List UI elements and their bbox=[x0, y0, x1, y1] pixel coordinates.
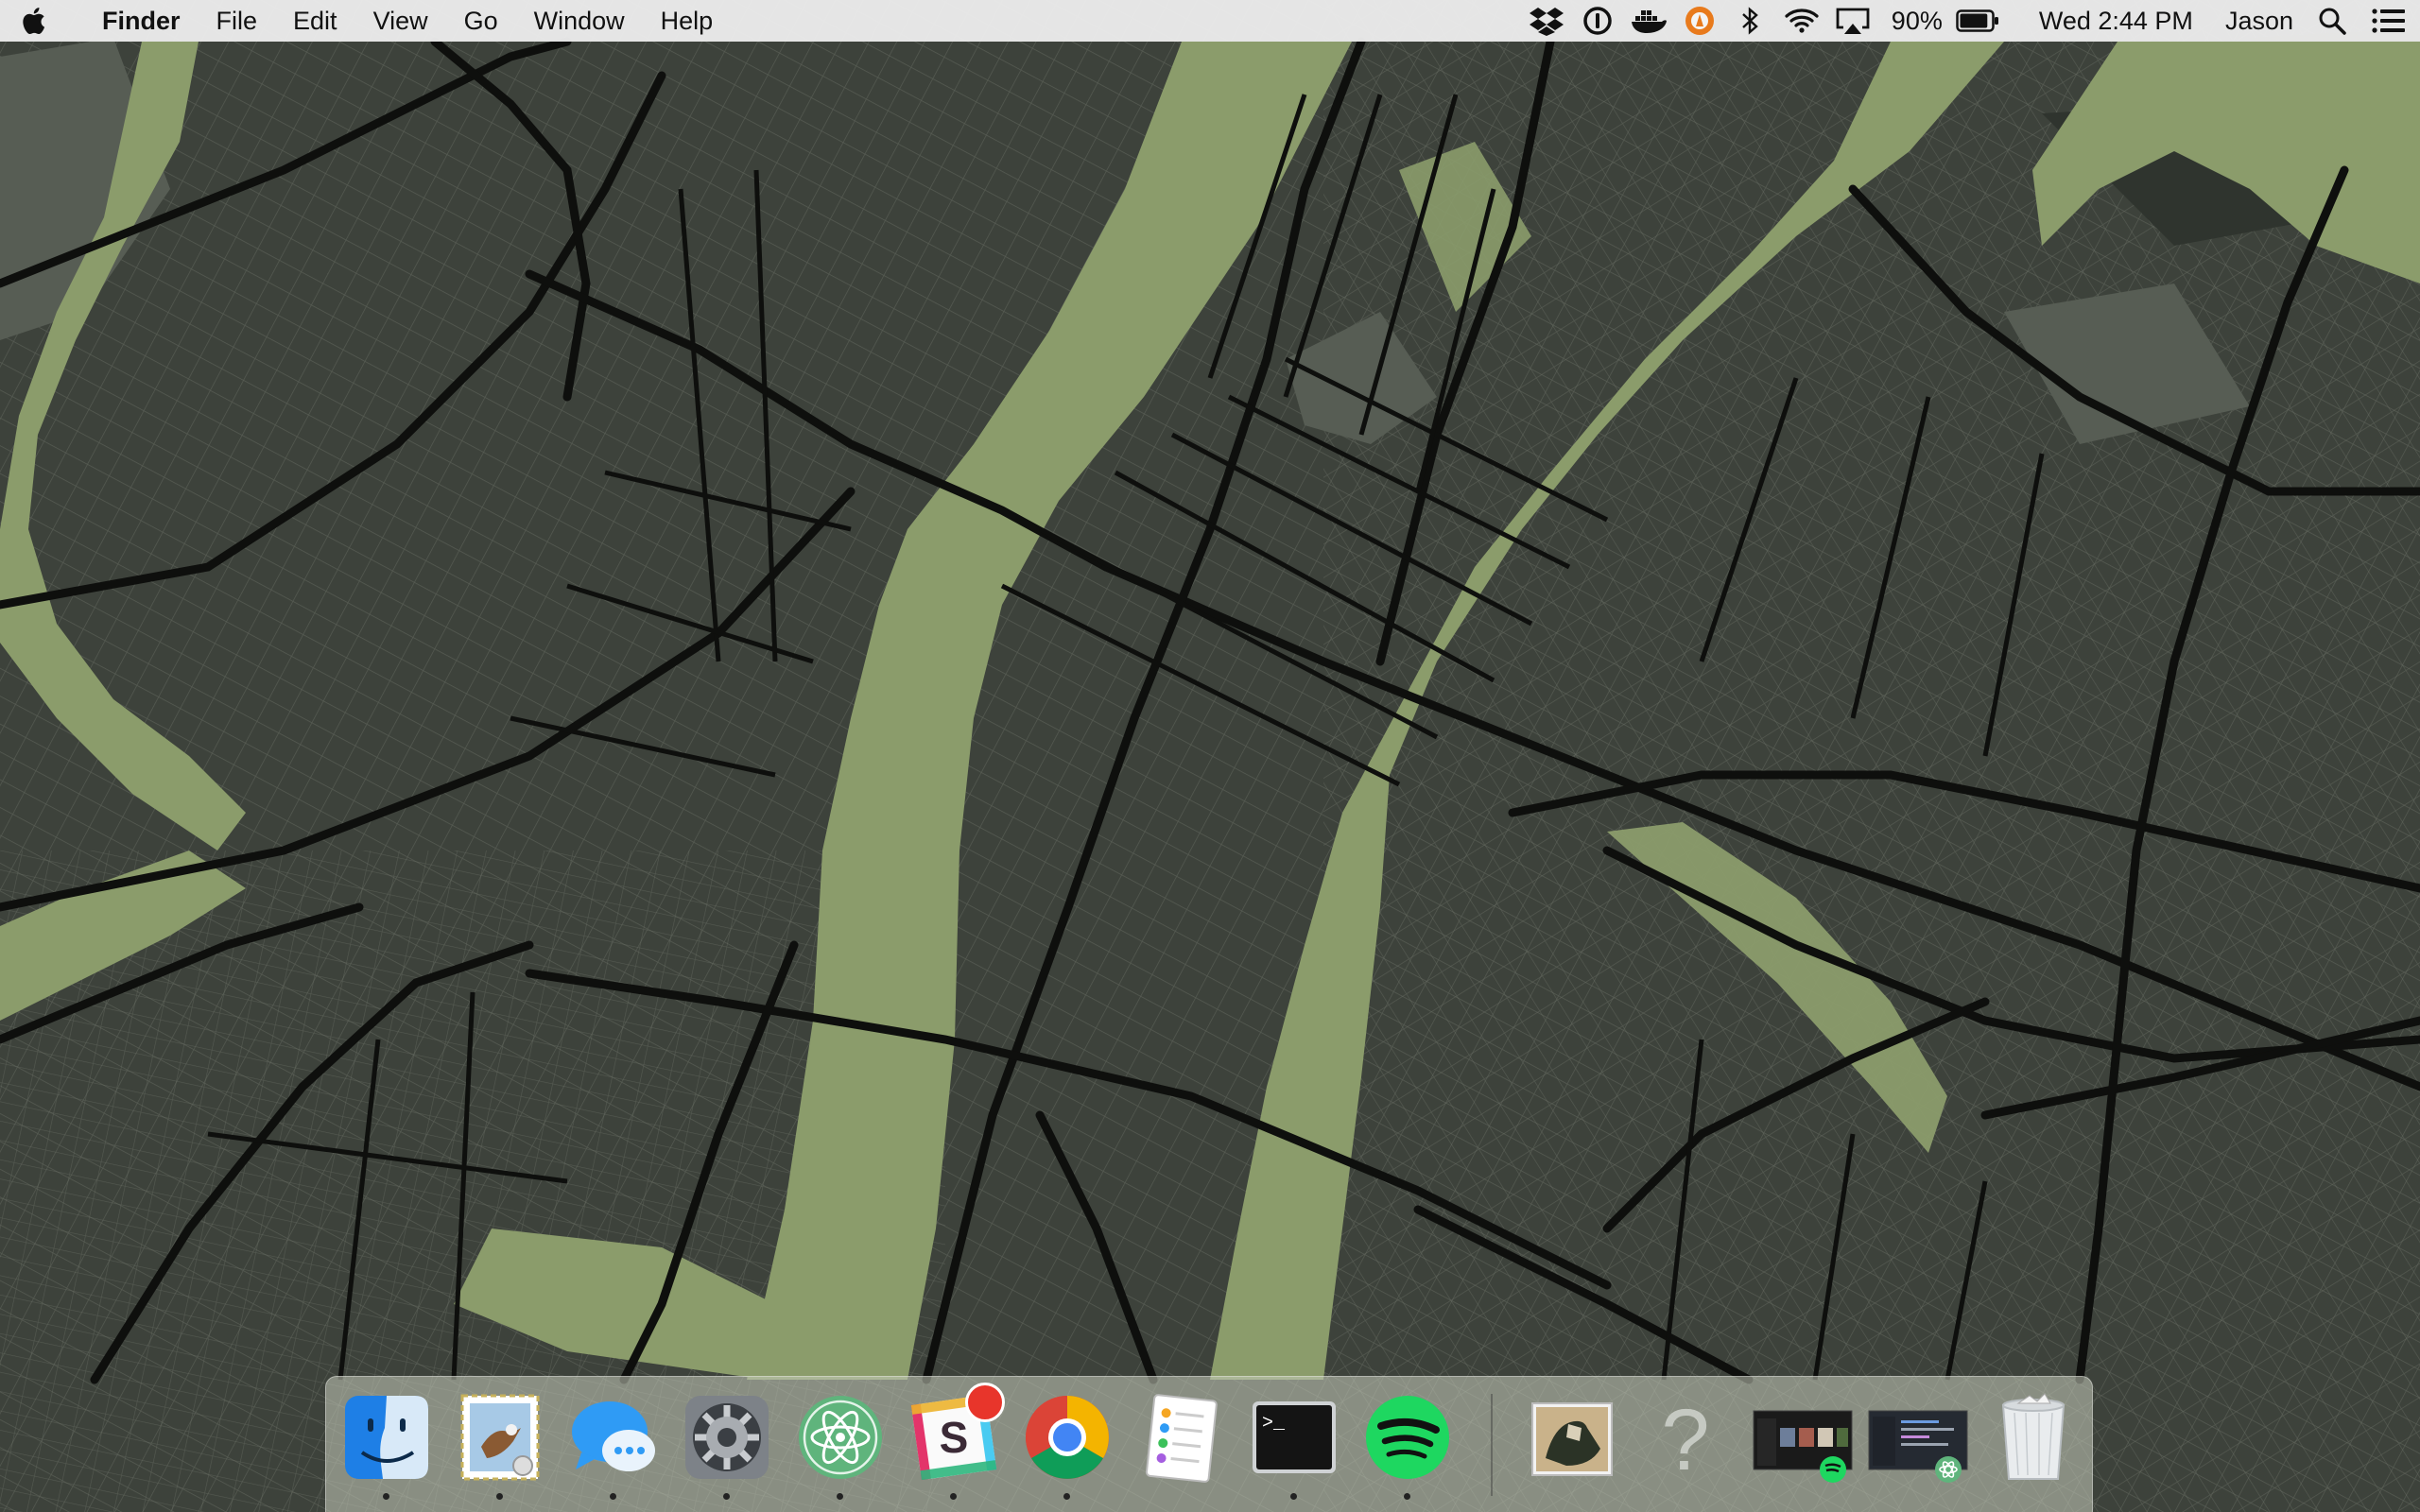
running-indicator bbox=[723, 1493, 730, 1500]
menu-app-name[interactable]: Finder bbox=[66, 0, 199, 42]
dock-item-spotify[interactable] bbox=[1360, 1390, 1455, 1500]
dock-item-minimized-spotify[interactable] bbox=[1752, 1390, 1856, 1488]
finder-icon bbox=[345, 1396, 428, 1479]
docker-icon[interactable] bbox=[1623, 0, 1674, 42]
dock-item-minimized-atom[interactable] bbox=[1867, 1390, 1971, 1488]
minimized-window-spotify-icon bbox=[1753, 1410, 1853, 1483]
running-indicator bbox=[1063, 1493, 1070, 1500]
dock-item-messages[interactable] bbox=[566, 1390, 661, 1500]
bluetooth-icon[interactable] bbox=[1725, 0, 1776, 42]
running-indicator bbox=[610, 1493, 616, 1500]
dock-item-downloads-stack[interactable] bbox=[1525, 1390, 1619, 1488]
menu-go[interactable]: Go bbox=[446, 0, 516, 42]
spotify-icon bbox=[1366, 1396, 1449, 1479]
notification-badge bbox=[965, 1383, 1005, 1422]
dock-item-reminders[interactable] bbox=[1133, 1390, 1228, 1488]
user-name[interactable]: Jason bbox=[2206, 0, 2307, 42]
menubar-clock[interactable]: Wed 2:44 PM bbox=[2013, 0, 2206, 42]
svg-text:S: S bbox=[940, 1413, 969, 1462]
airplay-icon[interactable] bbox=[1827, 0, 1878, 42]
minimized-window-atom-icon bbox=[1868, 1410, 1968, 1483]
system-preferences-icon bbox=[685, 1396, 769, 1479]
svg-text:>_: >_ bbox=[1262, 1413, 1286, 1435]
dock-item-chrome[interactable] bbox=[1020, 1390, 1115, 1500]
running-indicator bbox=[1290, 1493, 1297, 1500]
dropbox-icon[interactable] bbox=[1521, 0, 1572, 42]
dock-item-system-preferences[interactable] bbox=[680, 1390, 774, 1500]
battery-percent[interactable]: 90% bbox=[1878, 0, 1956, 42]
question-mark-icon: ? bbox=[1661, 1392, 1709, 1485]
mail-icon bbox=[460, 1394, 540, 1481]
reminders-icon bbox=[1145, 1394, 1218, 1483]
menu-bar: Finder File Edit View Go Window Help 90%… bbox=[0, 0, 2420, 42]
menu-edit[interactable]: Edit bbox=[275, 0, 355, 42]
running-indicator bbox=[1404, 1493, 1410, 1500]
apple-menu[interactable] bbox=[0, 0, 66, 42]
running-indicator bbox=[383, 1493, 389, 1500]
dock-item-trash[interactable] bbox=[1986, 1390, 2081, 1488]
menu-view[interactable]: View bbox=[355, 0, 446, 42]
menu-file[interactable]: File bbox=[199, 0, 276, 42]
desktop-wallpaper-map bbox=[0, 0, 2420, 1512]
chrome-icon bbox=[1026, 1396, 1109, 1479]
dock-item-mail[interactable] bbox=[453, 1390, 547, 1500]
atom-icon bbox=[799, 1396, 882, 1479]
vlc-icon[interactable] bbox=[1674, 0, 1725, 42]
battery-icon[interactable] bbox=[1956, 0, 2013, 42]
spotlight-search-icon[interactable] bbox=[2307, 0, 2358, 42]
running-indicator bbox=[837, 1493, 843, 1500]
dock-item-unknown[interactable]: ? bbox=[1638, 1390, 1733, 1488]
dock-item-terminal[interactable]: >_ bbox=[1247, 1390, 1341, 1500]
dock-item-finder[interactable] bbox=[339, 1390, 434, 1500]
running-indicator bbox=[950, 1493, 957, 1500]
menu-help[interactable]: Help bbox=[643, 0, 732, 42]
dock: S >_ ? bbox=[325, 1376, 2093, 1512]
downloads-stack-icon bbox=[1531, 1402, 1613, 1476]
running-indicator bbox=[496, 1493, 503, 1500]
trash-icon bbox=[2001, 1393, 2066, 1480]
terminal-icon: >_ bbox=[1253, 1401, 1336, 1473]
messages-icon bbox=[572, 1401, 655, 1471]
dock-item-slack[interactable]: S bbox=[907, 1383, 1005, 1500]
svg-text:?: ? bbox=[1661, 1392, 1709, 1485]
onepassword-icon[interactable] bbox=[1572, 0, 1623, 42]
dock-item-atom[interactable] bbox=[793, 1390, 888, 1500]
notification-center-icon[interactable] bbox=[2358, 0, 2420, 42]
apple-icon bbox=[23, 8, 45, 35]
dock-separator bbox=[1491, 1394, 1493, 1496]
wifi-icon[interactable] bbox=[1776, 0, 1827, 42]
menu-window[interactable]: Window bbox=[516, 0, 643, 42]
